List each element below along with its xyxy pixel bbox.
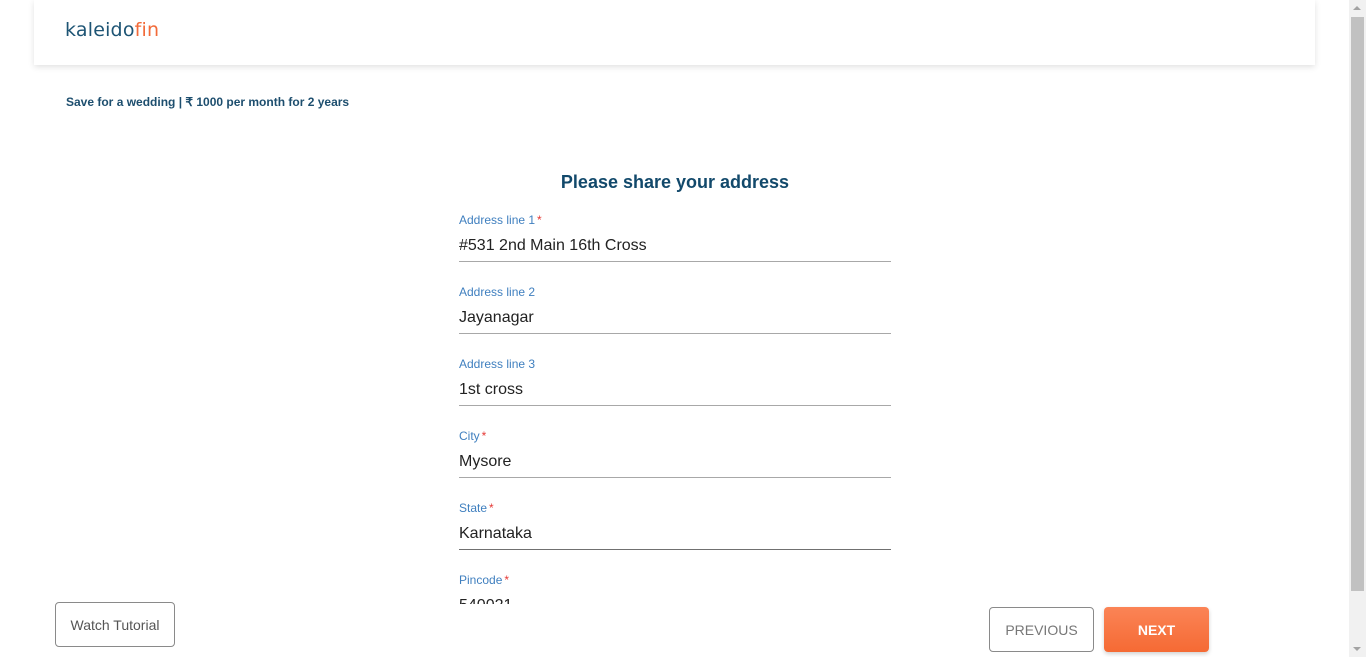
kaleidofin-logo[interactable]: kaleidofin [65,19,159,41]
address-line-1-label-text: Address line 1 [459,213,536,227]
state-field: State * [459,500,891,572]
city-label-text: City [459,429,480,443]
vertical-scrollbar[interactable] [1349,0,1366,657]
address-line-1-input[interactable] [459,231,891,262]
address-line-3-input[interactable] [459,375,891,406]
pincode-label-text: Pincode [459,573,503,587]
address-line-2-input[interactable] [459,303,891,334]
state-input[interactable] [459,519,891,550]
required-marker: * [489,501,494,515]
scroll-up-arrow-icon[interactable] [1353,6,1361,10]
form-title: Please share your address [560,172,790,192]
address-line-3-label-text: Address line 3 [459,357,536,371]
city-field: City * [459,428,891,500]
top-header: kaleidofin [34,0,1315,65]
next-button[interactable]: NEXT [1104,607,1209,652]
previous-button[interactable]: PREVIOUS [989,607,1094,652]
scrollbar-thumb[interactable] [1351,17,1364,591]
logo-text-fin: fin [134,19,160,41]
scroll-down-arrow-icon[interactable] [1353,647,1361,651]
address-line-2-label: Address line 2 [459,285,537,299]
address-line-2-label-text: Address line 2 [459,285,536,299]
city-label: City * [459,429,486,443]
address-line-2-field: Address line 2 [459,284,891,356]
pincode-input[interactable] [459,591,891,604]
logo-text-kaleido: kaleido [65,19,135,41]
address-line-1-label: Address line 1 * [459,213,542,227]
required-marker: * [537,213,542,227]
pincode-field: Pincode * [459,572,891,604]
city-input[interactable] [459,447,891,478]
pincode-label: Pincode * [459,573,509,587]
state-label-text: State [459,501,488,515]
address-line-1-field: Address line 1 * [459,212,891,284]
watch-tutorial-button[interactable]: Watch Tutorial [55,602,175,647]
state-label: State * [459,501,494,515]
goal-summary: Save for a wedding | ₹ 1000 per month fo… [66,95,350,109]
address-line-3-field: Address line 3 [459,356,891,428]
address-line-3-label: Address line 3 [459,357,537,371]
required-marker: * [504,573,510,587]
address-form: Address line 1* Address line 2 Address l… [459,212,891,604]
page: kaleidofin Save for a wedding | ₹ 1000 p… [0,0,1366,657]
required-marker: * [481,429,487,443]
